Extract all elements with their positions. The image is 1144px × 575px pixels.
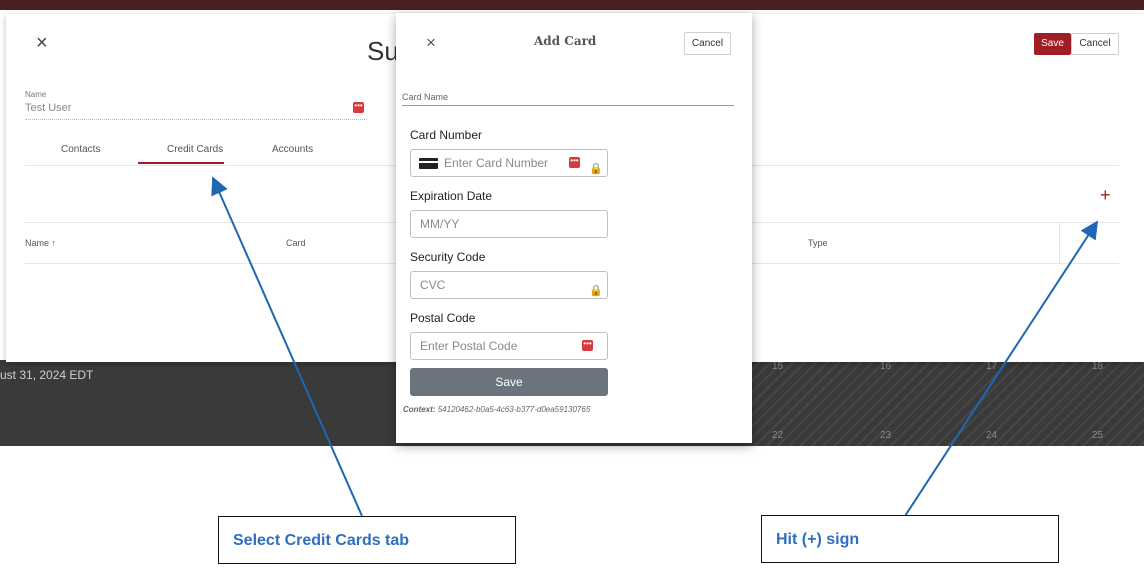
arrow-to-plus-icon bbox=[904, 220, 1098, 517]
annotation-callout-right: Hit (+) sign bbox=[761, 515, 1059, 563]
annotation-text: Select Credit Cards tab bbox=[233, 532, 410, 549]
annotation-callout-left: Select Credit Cards tab bbox=[218, 516, 516, 564]
annotation-arrows bbox=[211, 176, 1098, 517]
annotation-text: Hit (+) sign bbox=[776, 531, 860, 548]
arrow-to-credit-cards-tab bbox=[211, 176, 363, 517]
